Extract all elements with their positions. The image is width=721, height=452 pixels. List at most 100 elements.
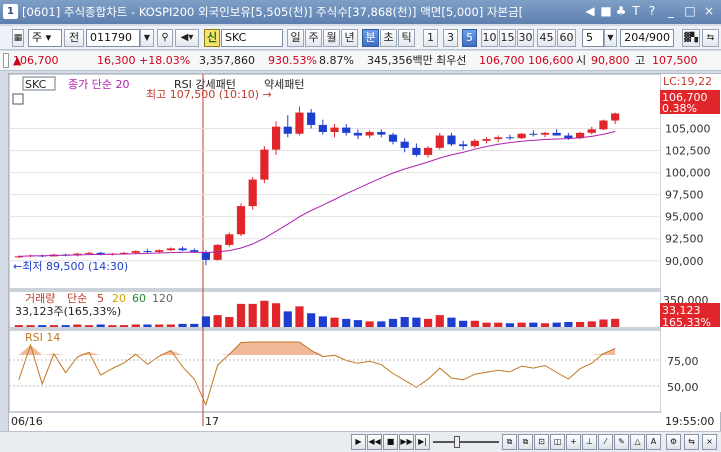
rewind-icon[interactable]: ◀◀ [367, 434, 382, 450]
volume-bar [307, 313, 316, 327]
chart-scroll-toolbar: ▶ ◀◀ ■ ▶▶ ▶| ⧉ ⧉ ⊡ ◫ + ⊥ ⁄ ✎ △ A ⚙ ⇆ × [0, 431, 721, 452]
candle-body [295, 112, 304, 134]
volume-bar [143, 324, 152, 327]
code-dropdown-icon[interactable]: ▼ [140, 29, 154, 47]
candle-body [283, 126, 292, 134]
speaker-icon[interactable]: ◀▾ [175, 29, 199, 47]
zoom-icon[interactable]: ▓▚ [682, 29, 700, 47]
period-year[interactable]: 년 [341, 29, 358, 47]
candle-body [447, 135, 456, 145]
rsi-panel-label: RSI 14 [25, 331, 60, 344]
volume-bar [587, 321, 596, 327]
stock-code-input[interactable]: 011790 [86, 29, 140, 47]
grid-icon[interactable]: ▦ [12, 29, 24, 47]
price-axis-tick: 100,000 [665, 167, 711, 180]
interval-5[interactable]: 5 [462, 29, 477, 47]
pencil-icon[interactable]: ✎ [614, 434, 629, 450]
candle-body [517, 133, 526, 139]
sync-icon[interactable]: ⇆ [684, 434, 699, 450]
close-button[interactable]: × [702, 3, 716, 19]
maximize-button[interactable]: □ [683, 3, 697, 19]
price-axis-tick: 95,000 [665, 211, 704, 224]
lc-label: LC:19,22 [663, 75, 712, 88]
candle-body [143, 251, 152, 253]
time-axis-clock: 19:55:00 [665, 415, 714, 428]
trade-amount: 345,356백만 [367, 54, 433, 67]
volume-ma60: 60 [132, 292, 146, 305]
text-tool-icon[interactable]: A [646, 434, 661, 450]
minimize-button[interactable]: _ [664, 3, 678, 19]
interval-30[interactable]: 30 [517, 29, 534, 47]
period-month[interactable]: 월 [323, 29, 340, 47]
pin-icon[interactable]: ⊥ [582, 434, 597, 450]
table-icon[interactable] [12, 93, 24, 105]
volume-bar [377, 321, 386, 327]
zoom-slider-handle[interactable] [454, 436, 460, 448]
period-second[interactable]: 초 [380, 29, 397, 47]
volume-bar [201, 316, 211, 327]
split-icon[interactable]: ◫ [550, 434, 565, 450]
interval-dropdown-icon[interactable]: ▼ [604, 29, 617, 47]
market-select[interactable]: 주 ▾ [28, 29, 62, 47]
rsi-axis-50: 50,00 [667, 381, 699, 394]
market-select-value: 주 [32, 31, 43, 44]
scroll-end-icon[interactable]: ▶| [415, 434, 430, 450]
stock-name-field[interactable]: SKC [221, 29, 283, 47]
period-minute[interactable]: 분 [362, 29, 379, 47]
price-panel[interactable] [8, 73, 662, 290]
stock-chart[interactable]: 105,000 102,500 100,000 97,500 95,000 92,500 9… [8, 73, 721, 434]
volume-bar [236, 303, 246, 327]
search-icon[interactable]: ⚲ [157, 29, 173, 47]
price-axis-tick: 97,500 [665, 189, 704, 202]
volume-ratio: 930.53% [268, 54, 317, 67]
interval-3[interactable]: 3 [443, 29, 458, 47]
copy2-icon[interactable]: ⧉ [518, 434, 533, 450]
triangle-icon[interactable]: △ [630, 434, 645, 450]
rsi-panel[interactable] [8, 329, 662, 413]
font-icon[interactable]: T [629, 3, 643, 19]
chart-area[interactable]: 105,000 102,500 100,000 97,500 95,000 92,500 9… [8, 73, 721, 433]
volume-bar [248, 303, 257, 327]
settings-icon[interactable]: ⚙ [666, 434, 681, 450]
fast-forward-icon[interactable]: ▶▶ [399, 434, 414, 450]
candle-body [587, 129, 596, 133]
volume-bar [14, 325, 23, 327]
stop-icon[interactable]: ■ [599, 3, 613, 19]
help-icon[interactable]: ? [645, 3, 659, 19]
zoom-slider-track[interactable] [433, 441, 499, 443]
fit-icon[interactable]: ⊡ [534, 434, 549, 450]
prev-icon[interactable]: ◀ [583, 3, 597, 19]
current-price-value: 106,700 [13, 54, 59, 67]
interval-60[interactable]: 60 [557, 29, 576, 47]
last-price-tag-pct: 0.38% [662, 102, 697, 115]
interval-15[interactable]: 15 [499, 29, 516, 47]
plus-icon[interactable]: + [566, 434, 581, 450]
candle-body [201, 251, 211, 260]
interval-10[interactable]: 10 [481, 29, 498, 47]
interval-input[interactable]: 5 [582, 29, 604, 47]
interval-1[interactable]: 1 [423, 29, 438, 47]
candle-body [540, 132, 550, 135]
scroll-right-icon[interactable]: ▶ [351, 434, 366, 450]
draw-line-icon[interactable]: ⁄ [598, 434, 613, 450]
stop-icon[interactable]: ■ [383, 434, 398, 450]
copy-icon[interactable]: ⧉ [502, 434, 517, 450]
candle-body [166, 248, 175, 251]
period-tick[interactable]: 틱 [398, 29, 415, 47]
club-icon[interactable]: ♣ [614, 3, 628, 19]
close-panel-icon[interactable]: × [702, 434, 717, 450]
period-day[interactable]: 일 [287, 29, 304, 47]
volume-bar [225, 317, 234, 327]
bar-count-input[interactable]: 204/900 [620, 29, 674, 47]
high-annotation: 최고 107,500 (10:10) → [146, 88, 272, 101]
period-week[interactable]: 주 [305, 29, 322, 47]
quote-left-arrow[interactable] [3, 53, 9, 68]
window-icon: 1 [3, 4, 18, 19]
open-price: 90,800 [591, 54, 630, 67]
candle-body [271, 126, 281, 150]
compare-icon[interactable]: ⇆ [702, 29, 719, 47]
volume-bar [599, 319, 608, 327]
code-label[interactable]: 전 [64, 29, 84, 47]
interval-45[interactable]: 45 [537, 29, 556, 47]
candle-body [155, 250, 164, 252]
